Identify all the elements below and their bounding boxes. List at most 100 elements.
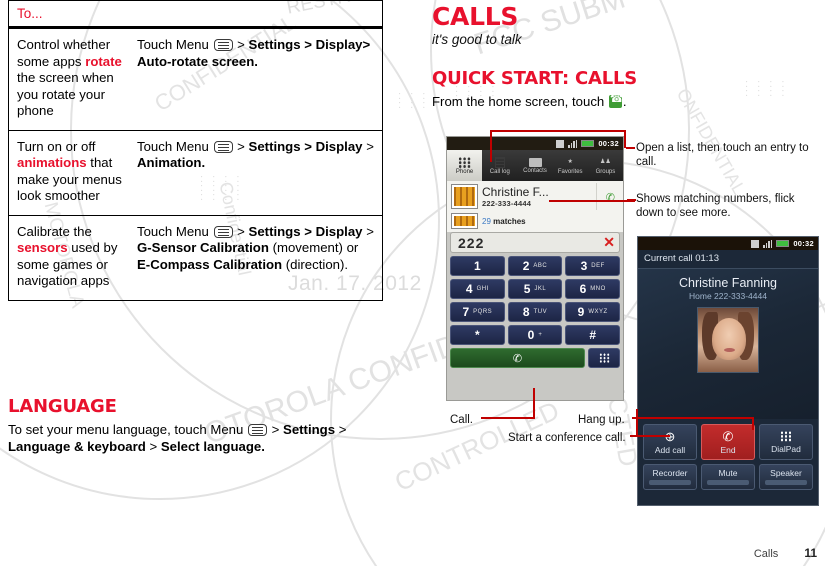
task-text: Turn on or off: [17, 138, 96, 154]
quickstart-block: QUICK START: CALLS From the home screen,…: [432, 68, 822, 110]
dialer-tab-bar[interactable]: Phone Call log Contacts ★ Favorites ♟♟ Groups: [447, 150, 623, 181]
task-keyword: sensors: [17, 240, 68, 255]
dialpad-key-2[interactable]: 2 ABC: [507, 256, 563, 276]
menu-key-icon: [213, 140, 233, 153]
dialpad-keys[interactable]: 1 2 ABC 3 DEF 4 GHI 5 JKL 6 MNO 7 PQRS 8 TUV 9 WXYZ * 0 + #: [447, 253, 623, 348]
status-bar: 00:32: [447, 137, 623, 150]
dialpad-key-0[interactable]: 0 +: [507, 325, 563, 345]
leader-line: [533, 388, 535, 419]
battery-icon: [581, 140, 595, 147]
matches-row[interactable]: 29 matches: [447, 212, 623, 232]
watermark-dots: : : :: : :: [398, 90, 429, 111]
instruction-fragment: To set your menu language, touch Menu: [8, 422, 247, 437]
language-section: LANGUAGE To set your menu language, touc…: [8, 396, 393, 455]
photo-detail: [712, 318, 746, 360]
dialer-tab-favorites[interactable]: ★ Favorites: [553, 150, 588, 181]
incall-button-add-call[interactable]: ⊕ Add call: [643, 424, 697, 460]
menu-key-icon: [213, 225, 233, 238]
dialer-tab-label: Call log: [489, 168, 510, 175]
list-divider: [596, 183, 597, 210]
incall-button-label: Recorder: [652, 468, 688, 478]
instruction-fragment: Animation.: [137, 155, 206, 170]
leader-line: [490, 130, 626, 132]
dialer-tab-contacts[interactable]: Contacts: [517, 150, 552, 181]
page-root: RESTRICTED :: MO FCC SUBM CONFIDENTIAL C…: [0, 0, 825, 566]
incall-button-end[interactable]: ✆ End: [701, 424, 755, 460]
clear-x-icon[interactable]: ✕: [603, 234, 615, 251]
dialer-tab-label: Favorites: [557, 168, 583, 175]
matches-label: 29 matches: [482, 217, 526, 226]
dialpad-key-letters: +: [538, 332, 543, 338]
call-button[interactable]: ✆: [450, 348, 585, 368]
table-cell-task: Calibrate the sensors used by some games…: [9, 216, 131, 300]
instruction-fragment: Display: [315, 138, 363, 154]
incall-primary-controls[interactable]: ⊕ Add call ✆ End DialPad: [643, 424, 813, 460]
incall-button-dialpad[interactable]: DialPad: [759, 424, 813, 460]
settings-table-section: To... Control whether some apps rotate t…: [8, 0, 383, 301]
dialpad-key-digit: #: [589, 328, 596, 342]
dialer-tab-call-log[interactable]: Call log: [482, 150, 517, 181]
instruction-fragment: Display>: [315, 37, 371, 52]
task-text: Calibrate the: [17, 223, 92, 239]
quickstart-heading: QUICK START: CALLS: [432, 68, 638, 89]
number-entry-field[interactable]: 222 ✕: [450, 232, 620, 253]
incall-button-speaker[interactable]: Speaker: [759, 464, 813, 490]
callout-hang-up: Hang up.: [578, 414, 625, 426]
quickstart-text-before: From the home screen, touch: [432, 94, 608, 109]
task-text: the screen when you rotate your phone: [17, 70, 114, 118]
entered-number: 222: [458, 234, 485, 251]
dialpad-key-9[interactable]: 9 WXYZ: [565, 302, 620, 322]
callout-conference: Start a conference call.: [508, 432, 626, 444]
table-header-label: To...: [17, 6, 43, 21]
status-clock: 00:32: [793, 239, 814, 248]
dialpad-key-3[interactable]: 3 DEF: [565, 256, 620, 276]
instruction-fragment: >: [268, 422, 284, 437]
callout-call: Call.: [450, 414, 474, 426]
groups-icon: ♟♟: [600, 158, 611, 165]
dialer-tab-groups[interactable]: ♟♟ Groups: [588, 150, 623, 181]
phone-dialer-screenshot: 00:32 Phone Call log Contacts ★ Favorites ♟♟ G…: [446, 136, 624, 401]
dialpad-key-5[interactable]: 5 JKL: [507, 279, 563, 299]
incall-secondary-controls[interactable]: Recorder Mute Speaker: [643, 464, 813, 490]
dialpad-key-hash[interactable]: #: [565, 325, 620, 345]
sim-card-icon: [556, 139, 565, 148]
instruction-fragment: Auto-rotate screen.: [137, 53, 258, 69]
dialpad-key-digit: 9: [577, 305, 585, 319]
table-header-row: To...: [8, 0, 383, 26]
dialer-tab-phone[interactable]: Phone: [447, 150, 483, 181]
current-call-title: Current call 01:13: [638, 250, 818, 269]
leader-line: [626, 147, 635, 149]
instruction-fragment: Language & keyboard: [8, 439, 146, 454]
callout-shows-matching: Shows matching numbers, flick down to se…: [636, 193, 795, 219]
dialpad-icon: [780, 430, 792, 442]
photo-detail: [724, 348, 735, 352]
instruction-fragment: (movement) or: [268, 240, 359, 255]
caller-photo: [697, 307, 759, 373]
incall-button-mute[interactable]: Mute: [701, 464, 755, 490]
dialpad-key-digit: 0: [527, 328, 535, 342]
contact-suggestion-list[interactable]: Christine F... 222-333-4444 ✆ 29 matches: [447, 181, 623, 232]
page-footer: Calls 11: [754, 546, 817, 560]
instruction-fragment: (direction).: [282, 256, 349, 272]
leader-line: [481, 417, 535, 419]
quick-call-icon[interactable]: ✆: [606, 191, 615, 204]
dialpad-toggle-button[interactable]: [588, 348, 620, 368]
dialpad-key-4[interactable]: 4 GHI: [450, 279, 505, 299]
leader-line: [549, 200, 635, 202]
dialpad-key-7[interactable]: 7 PQRS: [450, 302, 505, 322]
dialpad-key-letters: ABC: [533, 263, 548, 269]
incall-button-recorder[interactable]: Recorder: [643, 464, 697, 490]
contact-list-item[interactable]: Christine F... 222-333-4444 ✆: [447, 181, 623, 212]
dialpad-key-1[interactable]: 1: [450, 256, 505, 276]
leader-line: [632, 417, 754, 419]
dialpad-key-6[interactable]: 6 MNO: [565, 279, 620, 299]
instruction-fragment: Display: [315, 223, 363, 239]
menu-key-icon: [248, 424, 267, 436]
menu-key-icon: [213, 39, 233, 51]
matches-word: matches: [493, 216, 526, 226]
language-instructions: To set your menu language, touch Menu > …: [8, 421, 393, 455]
dialpad-key-star[interactable]: *: [450, 325, 505, 345]
footer-page-number: 11: [804, 546, 817, 560]
dialpad-key-digit: 4: [465, 282, 473, 296]
dialpad-key-8[interactable]: 8 TUV: [507, 302, 563, 322]
